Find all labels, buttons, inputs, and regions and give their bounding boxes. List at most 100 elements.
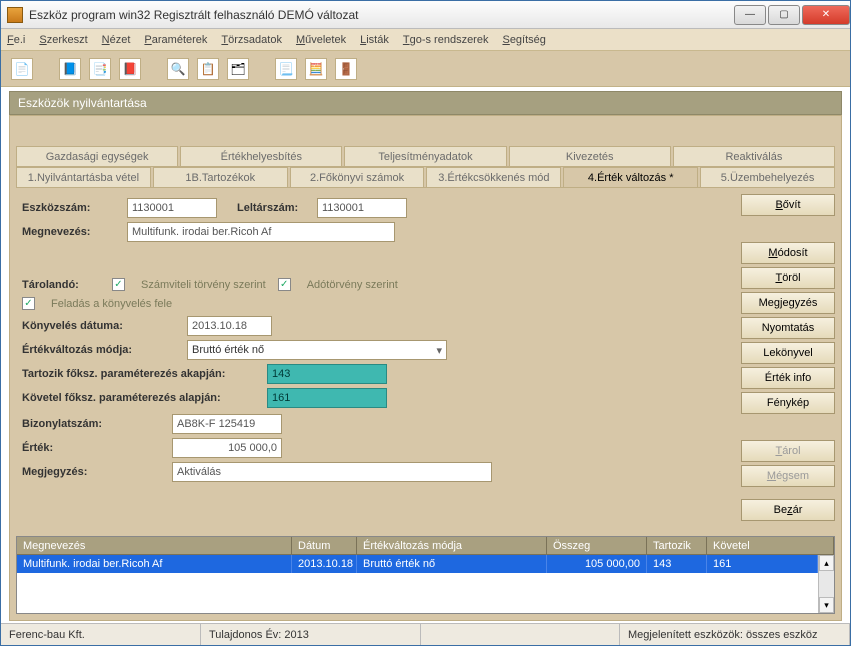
lekonyvel-button[interactable]: Lekönyvel (741, 342, 835, 364)
bizonylat-label: Bizonylatszám: (22, 418, 172, 430)
window-title: Eszköz program win32 Regisztrált felhasz… (29, 8, 732, 22)
menu-params[interactable]: Paraméterek (144, 34, 207, 46)
panel-title: Eszközök nyilvántartása (9, 91, 842, 115)
cell-tartozik: 143 (647, 555, 707, 573)
modosit-button[interactable]: Módosít (741, 242, 835, 264)
toolbar-doc3-icon[interactable]: 📕 (119, 58, 141, 80)
sidebar-buttons: Bővít Módosít Töröl Megjegyzés Nyomtatás… (735, 194, 835, 530)
th-kovetel[interactable]: Követel (707, 537, 834, 554)
tab-uzembehelyezes[interactable]: 5.Üzembehelyezés (700, 167, 835, 187)
megnevezes-label: Megnevezés: (22, 226, 127, 238)
app-icon (7, 7, 23, 23)
toolbar-card-icon[interactable]: 🗂 (227, 58, 249, 80)
tab-ertekhelyesbites[interactable]: Értékhelyesbítés (180, 146, 342, 166)
toolbar-calc-icon[interactable]: 🧮 (305, 58, 327, 80)
bovit-button[interactable]: Bővít (741, 194, 835, 216)
scroll-down-icon[interactable]: ▾ (819, 597, 834, 613)
toolbar: 📄 📘 📑 📕 🔍 📋 🗂 📃 🧮 🚪 (1, 51, 850, 87)
megjegyzes-input[interactable]: Aktiválás (172, 462, 492, 482)
leltarszam-input[interactable]: 1130001 (317, 198, 407, 218)
menu-muv[interactable]: Műveletek (296, 34, 346, 46)
toolbar-exit-icon[interactable]: 🚪 (335, 58, 357, 80)
app-window: Eszköz program win32 Regisztrált felhasz… (0, 0, 851, 646)
cb-szamviteli-label: Számviteli törvény szerint (141, 279, 266, 291)
toolbar-doc1-icon[interactable]: 📘 (59, 58, 81, 80)
maximize-button[interactable]: ▢ (768, 5, 800, 25)
cell-kovetel: 161 (707, 555, 818, 573)
torol-button[interactable]: Töröl (741, 267, 835, 289)
nyomtatas-button[interactable]: Nyomtatás (741, 317, 835, 339)
main-panel: Gazdasági egységek Értékhelyesbítés Telj… (9, 115, 842, 621)
toolbar-list-icon[interactable]: 📃 (275, 58, 297, 80)
cell-mod: Bruttó érték nő (357, 555, 547, 573)
titlebar: Eszköz program win32 Regisztrált felhasz… (1, 1, 850, 29)
kovetel-label: Követel főksz. paraméterezés alapján: (22, 392, 267, 404)
tab-fokonyvi[interactable]: 2.Főkönyvi számok (290, 167, 425, 187)
konyveles-input[interactable]: 2013.10.18 (187, 316, 272, 336)
ertek-info-button[interactable]: Érték info (741, 367, 835, 389)
tarol-button[interactable]: Tárol (741, 440, 835, 462)
ertekvaltozas-select[interactable]: Bruttó érték nő (187, 340, 447, 360)
menu-help[interactable]: Segítség (502, 34, 545, 46)
grid-body[interactable]: Multifunk. irodai ber.Ricoh Af 2013.10.1… (17, 555, 818, 613)
grid-header: Megnevezés Dátum Értékváltozás módja Öss… (17, 537, 834, 555)
megsem-button[interactable]: Mégsem (741, 465, 835, 487)
toolbar-search-icon[interactable]: 🔍 (167, 58, 189, 80)
toolbar-doc2-icon[interactable]: 📑 (89, 58, 111, 80)
table-row[interactable]: Multifunk. irodai ber.Ricoh Af 2013.10.1… (17, 555, 818, 573)
status-owner: Ferenc-bau Kft. (1, 624, 201, 645)
eszkozszam-label: Eszközszám: (22, 202, 127, 214)
tab-nyilvantartas[interactable]: 1.Nyilvántartásba vétel (16, 167, 151, 187)
ertek-input[interactable]: 105 000,0 (172, 438, 282, 458)
th-osszeg[interactable]: Összeg (547, 537, 647, 554)
tab-ertekvaltozas[interactable]: 4.Érték változás * (563, 167, 698, 187)
megjegyzes2-label: Megjegyzés: (22, 466, 172, 478)
bezar-button[interactable]: Bezár (741, 499, 835, 521)
th-datum[interactable]: Dátum (292, 537, 357, 554)
menu-edit[interactable]: Szerkeszt (39, 34, 87, 46)
status-year: Tulajdonos Év: 2013 (201, 624, 421, 645)
tarolando-label: Tárolandó: (22, 279, 100, 291)
tab-reaktivalas[interactable]: Reaktiválás (673, 146, 835, 166)
toolbar-form-icon[interactable]: 📋 (197, 58, 219, 80)
cb-szamviteli[interactable]: ✓ (112, 278, 125, 291)
menu-file[interactable]: Fe.i (7, 34, 25, 46)
menu-torzs[interactable]: Törzsadatok (221, 34, 282, 46)
menu-list[interactable]: Listák (360, 34, 389, 46)
tartozik-input[interactable]: 143 (267, 364, 387, 384)
statusbar: Ferenc-bau Kft. Tulajdonos Év: 2013 Megj… (1, 623, 850, 645)
form-area: Eszközszám: 1130001 Leltárszám: 1130001 … (16, 194, 735, 530)
megjegyzes-button[interactable]: Megjegyzés (741, 292, 835, 314)
toolbar-new-icon[interactable]: 📄 (11, 58, 33, 80)
cell-datum: 2013.10.18 (292, 555, 357, 573)
cb-ado[interactable]: ✓ (278, 278, 291, 291)
th-mod[interactable]: Értékváltozás módja (357, 537, 547, 554)
status-shown: Megjelenített eszközök: összes eszköz (620, 624, 850, 645)
th-tartozik[interactable]: Tartozik (647, 537, 707, 554)
leltarszam-label: Leltárszám: (237, 202, 317, 214)
tab-gazdasagi[interactable]: Gazdasági egységek (16, 146, 178, 166)
fenykep-button[interactable]: Fénykép (741, 392, 835, 414)
th-megnevezes[interactable]: Megnevezés (17, 537, 292, 554)
menu-tgo[interactable]: Tgo-s rendszerek (403, 34, 489, 46)
minimize-button[interactable]: — (734, 5, 766, 25)
tab-ertekcsokkenes[interactable]: 3.Értékcsökkenés mód (426, 167, 561, 187)
tabrow-lower: 1.Nyilvántartásba vétel 1B.Tartozékok 2.… (16, 167, 835, 188)
bizonylat-input[interactable]: AB8K-F 125419 (172, 414, 282, 434)
megnevezes-input[interactable]: Multifunk. irodai ber.Ricoh Af (127, 222, 395, 242)
cb-feladas-label: Feladás a könyvelés fele (51, 298, 172, 310)
menu-view[interactable]: Nézet (102, 34, 131, 46)
scroll-up-icon[interactable]: ▴ (819, 555, 834, 571)
eszkozszam-input[interactable]: 1130001 (127, 198, 217, 218)
cell-osszeg: 105 000,00 (547, 555, 647, 573)
close-button[interactable]: ✕ (802, 5, 850, 25)
status-spacer (421, 624, 620, 645)
grid-scrollbar[interactable]: ▴ ▾ (818, 555, 834, 613)
cell-megnevezes: Multifunk. irodai ber.Ricoh Af (17, 555, 292, 573)
tab-kivezetes[interactable]: Kivezetés (509, 146, 671, 166)
cb-feladas[interactable]: ✓ (22, 297, 35, 310)
kovetel-input[interactable]: 161 (267, 388, 387, 408)
tab-tartozekok[interactable]: 1B.Tartozékok (153, 167, 288, 187)
menubar: Fe.i Szerkeszt Nézet Paraméterek Törzsad… (1, 29, 850, 51)
tab-teljesitmeny[interactable]: Teljesítményadatok (344, 146, 506, 166)
